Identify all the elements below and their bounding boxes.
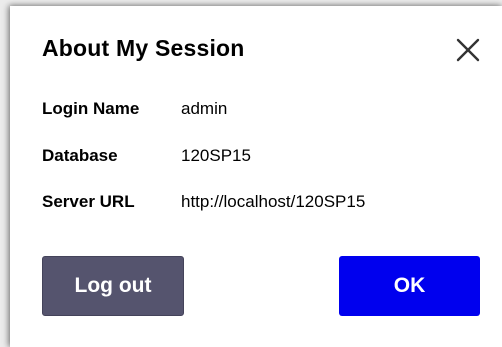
ok-button[interactable]: OK	[339, 256, 480, 316]
database-label: Database	[42, 146, 118, 165]
login-name-row: Login Name admin	[42, 98, 227, 120]
server-url-row: Server URL http://localhost/120SP15	[42, 191, 365, 213]
close-button[interactable]	[454, 36, 482, 64]
about-session-dialog: About My Session Login Name admin Databa…	[10, 6, 502, 347]
login-name-value: admin	[181, 99, 228, 118]
database-row: Database 120SP15	[42, 145, 251, 167]
close-icon	[456, 38, 480, 62]
logout-button[interactable]: Log out	[42, 256, 184, 316]
login-name-label: Login Name	[42, 99, 140, 118]
dialog-title: About My Session	[42, 35, 245, 61]
database-value: 120SP15	[181, 146, 251, 165]
server-url-label: Server URL	[42, 192, 135, 211]
server-url-value: http://localhost/120SP15	[181, 192, 366, 211]
